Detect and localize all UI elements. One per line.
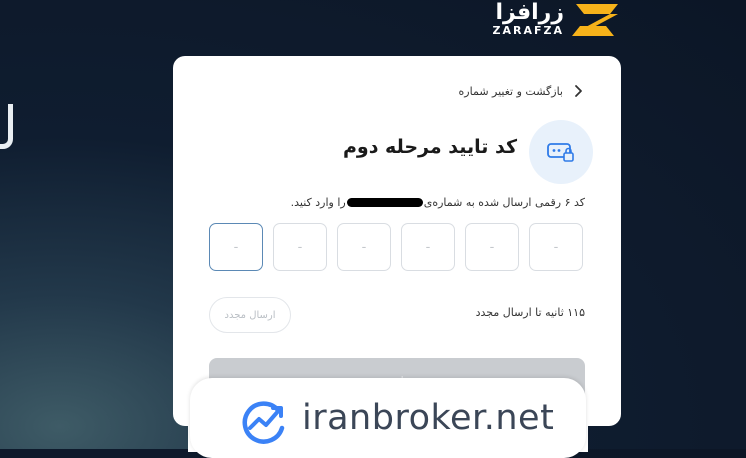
otp-digit-2[interactable]: - xyxy=(465,223,519,271)
otp-digit-1[interactable]: - xyxy=(529,223,583,271)
chevron-right-icon xyxy=(575,85,582,97)
back-change-number-link[interactable]: بازگشت و تغییر شماره xyxy=(459,84,585,98)
iranbroker-watermark: iranbroker.net xyxy=(190,378,586,458)
zarafza-logo-icon xyxy=(572,4,618,36)
otp-digit-4[interactable]: - xyxy=(337,223,391,271)
instruction-before: کد ۶ رقمی ارسال شده به شماره‌ی xyxy=(423,196,585,209)
otp-digit-6[interactable]: - xyxy=(209,223,263,271)
watermark-text: iranbroker.net xyxy=(302,398,555,438)
otp-input-group: - - - - - - xyxy=(209,223,585,273)
brand-name-fa: زرافزا xyxy=(495,0,564,25)
brand-logo[interactable]: زرافزا ZARAFZA xyxy=(490,0,620,42)
back-link-label: بازگشت و تغییر شماره xyxy=(458,84,563,98)
resend-button[interactable]: ارسال مجدد xyxy=(209,297,291,333)
otp-digit-3[interactable]: - xyxy=(401,223,455,271)
redacted-phone-number xyxy=(346,198,423,207)
otp-digit-5[interactable]: - xyxy=(273,223,327,271)
instruction-text: کد ۶ رقمی ارسال شده به شماره‌ی را وارد ک… xyxy=(291,196,585,209)
brand-name-en: ZARAFZA xyxy=(492,24,564,37)
header-icon-badge xyxy=(529,120,593,184)
password-lock-icon xyxy=(547,143,574,162)
instruction-after: را وارد کنید. xyxy=(290,196,346,209)
background-headline-fragment xyxy=(0,104,13,149)
verification-card: بازگشت و تغییر شماره کد تایید مرحله دوم … xyxy=(173,56,621,426)
resend-countdown: ۱۱۵ ثانیه تا ارسال مجدد xyxy=(475,306,585,319)
page-title: کد تایید مرحله دوم xyxy=(342,136,517,158)
iranbroker-logo-icon xyxy=(242,401,285,444)
